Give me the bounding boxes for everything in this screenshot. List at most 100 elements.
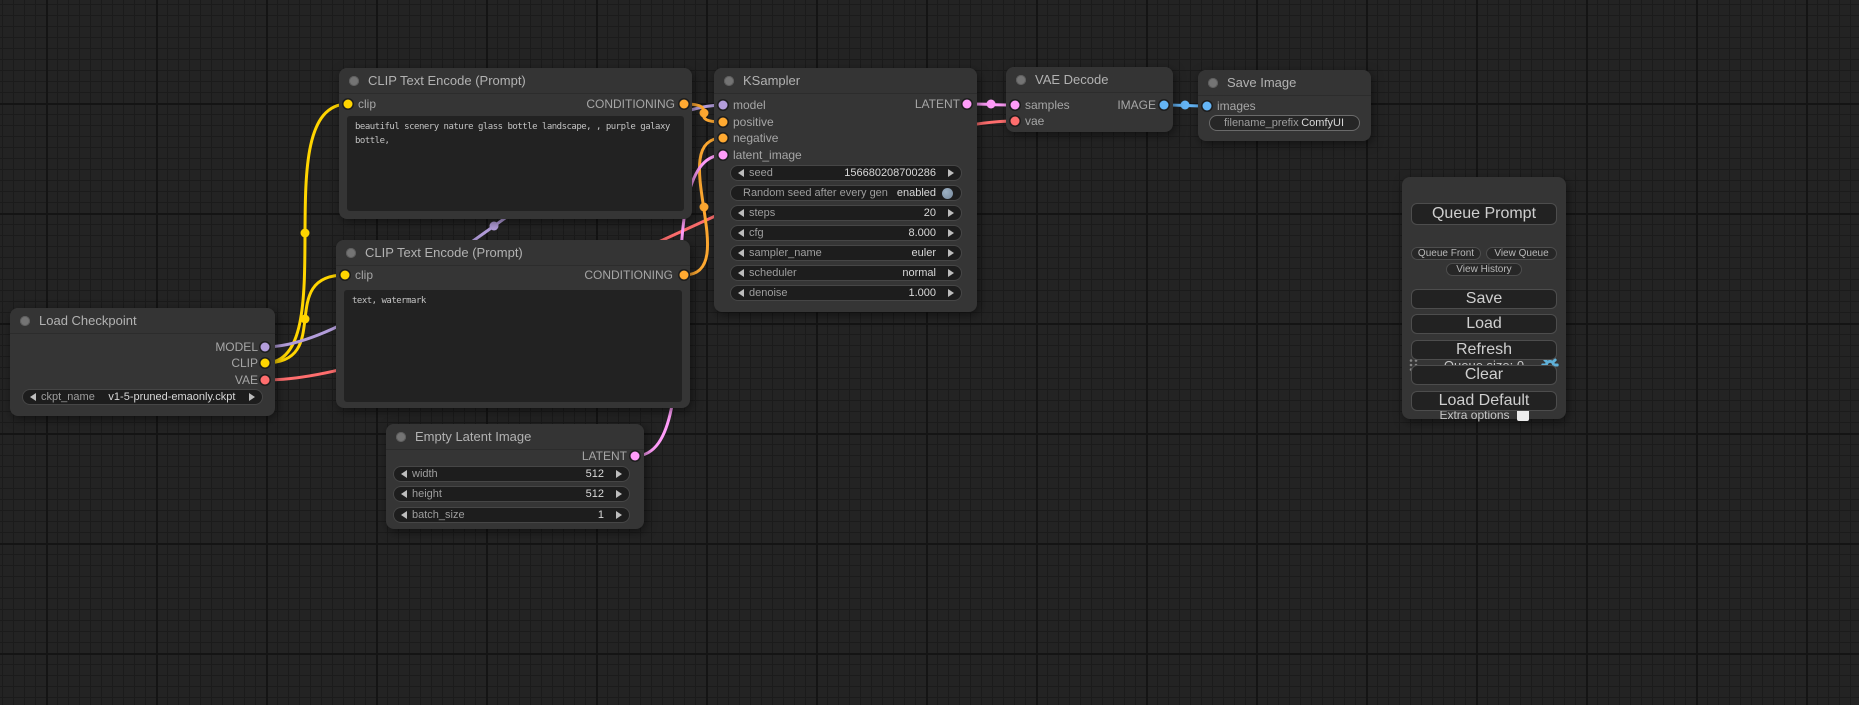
port-model-output[interactable] [261,343,270,352]
port-clip-input[interactable] [341,271,350,280]
height-widget[interactable]: height 512 [393,486,630,502]
port-conditioning-output[interactable] [680,100,689,109]
decrement-arrow-icon[interactable] [401,470,407,478]
increment-arrow-icon[interactable] [616,470,622,478]
seed-widget[interactable]: seed 156680208700286 [730,165,962,181]
width-widget[interactable]: width 512 [393,466,630,482]
port-vae-output[interactable] [261,376,270,385]
decrement-arrow-icon[interactable] [738,249,744,257]
increment-arrow-icon[interactable] [948,169,954,177]
node-title: CLIP Text Encode (Prompt) [368,73,526,88]
queue-prompt-button[interactable]: Queue Prompt [1411,203,1557,225]
port-latent-image-input[interactable] [719,151,728,160]
port-model-input[interactable] [719,101,728,110]
node-clip-text-encode-negative[interactable]: CLIP Text Encode (Prompt) clip CONDITION… [336,240,690,408]
node-title: Empty Latent Image [415,429,531,444]
collapse-dot-icon[interactable] [1208,78,1218,88]
widget-value: 1 [598,509,604,521]
widget-label: seed [749,167,773,179]
node-title-bar[interactable]: Save Image [1198,70,1371,96]
collapse-dot-icon[interactable] [396,432,406,442]
decrement-arrow-icon[interactable] [738,269,744,277]
collapse-dot-icon[interactable] [20,316,30,326]
queue-front-button[interactable]: Queue Front [1411,247,1481,260]
decrement-arrow-icon[interactable] [738,169,744,177]
refresh-button[interactable]: Refresh [1411,340,1557,360]
view-history-button[interactable]: View History [1446,263,1522,276]
increment-arrow-icon[interactable] [948,229,954,237]
view-queue-button[interactable]: View Queue [1486,247,1557,260]
batch-size-widget[interactable]: batch_size 1 [393,507,630,523]
port-image-output[interactable] [1160,101,1169,110]
collapse-dot-icon[interactable] [724,76,734,86]
queue-menu-panel[interactable]: Queue size: 0 Queue Prompt Extra [1402,177,1566,419]
port-latent-output[interactable] [963,100,972,109]
widget-value: 156680208700286 [844,167,936,179]
widget-value: 20 [924,207,936,219]
port-images-input[interactable] [1203,102,1212,111]
widget-label: height [412,488,442,500]
output-label-conditioning: CONDITIONING [586,95,692,113]
port-positive-input[interactable] [719,118,728,127]
decrement-arrow-icon[interactable] [738,229,744,237]
load-default-button[interactable]: Load Default [1411,391,1557,411]
node-title: KSampler [743,73,800,88]
increment-arrow-icon[interactable] [948,269,954,277]
save-button[interactable]: Save [1411,289,1557,309]
widget-value: 1.000 [908,287,936,299]
collapse-dot-icon[interactable] [349,76,359,86]
ckpt-name-widget[interactable]: ckpt_name v1-5-pruned-emaonly.ckpt [22,389,263,405]
decrement-arrow-icon[interactable] [738,209,744,217]
widget-label: steps [749,207,775,219]
scheduler-widget[interactable]: scheduler normal [730,265,962,281]
widget-label: filename_prefix [1224,117,1299,129]
cfg-widget[interactable]: cfg 8.000 [730,225,962,241]
node-title-bar[interactable]: Load Checkpoint [10,308,275,334]
decrement-arrow-icon[interactable] [401,511,407,519]
increment-arrow-icon[interactable] [948,249,954,257]
node-save-image[interactable]: Save Image images filename_prefix ComfyU… [1198,70,1371,141]
port-conditioning-output[interactable] [680,271,689,280]
load-button[interactable]: Load [1411,314,1557,334]
node-title-bar[interactable]: CLIP Text Encode (Prompt) [336,240,690,266]
port-clip-input[interactable] [344,100,353,109]
widget-value: 512 [586,468,604,480]
node-title-bar[interactable]: KSampler [714,68,977,94]
node-vae-decode[interactable]: VAE Decode samples vae IMAGE [1006,67,1173,132]
next-value-arrow-icon[interactable] [249,393,255,401]
decrement-arrow-icon[interactable] [401,490,407,498]
port-samples-input[interactable] [1011,101,1020,110]
widget-label: Random seed after every gen [743,187,888,199]
sampler-name-widget[interactable]: sampler_name euler [730,245,962,261]
random-seed-widget[interactable]: Random seed after every gen enabled [730,185,962,201]
increment-arrow-icon[interactable] [948,289,954,297]
denoise-widget[interactable]: denoise 1.000 [730,285,962,301]
port-negative-input[interactable] [719,134,728,143]
prompt-text-field[interactable]: text, watermark [344,290,682,402]
decrement-arrow-icon[interactable] [738,289,744,297]
increment-arrow-icon[interactable] [616,490,622,498]
node-clip-text-encode-positive[interactable]: CLIP Text Encode (Prompt) clip CONDITION… [339,68,692,219]
prompt-text-field[interactable]: beautiful scenery nature glass bottle la… [347,116,684,211]
collapse-dot-icon[interactable] [346,248,356,258]
widget-label: sampler_name [749,247,822,259]
clear-button[interactable]: Clear [1411,365,1557,385]
increment-arrow-icon[interactable] [948,209,954,217]
prev-value-arrow-icon[interactable] [30,393,36,401]
port-latent-output[interactable] [631,452,640,461]
steps-widget[interactable]: steps 20 [730,205,962,221]
port-clip-output[interactable] [261,359,270,368]
widget-value: 8.000 [908,227,936,239]
node-empty-latent-image[interactable]: Empty Latent Image LATENT width 512 heig… [386,424,644,529]
node-ksampler[interactable]: KSampler model positive negative latent_… [714,68,977,312]
increment-arrow-icon[interactable] [616,511,622,519]
filename-prefix-widget[interactable]: filename_prefix ComfyUI [1209,115,1360,131]
collapse-dot-icon[interactable] [1016,75,1026,85]
port-vae-input[interactable] [1011,117,1020,126]
widget-label: denoise [749,287,788,299]
node-title-bar[interactable]: CLIP Text Encode (Prompt) [339,68,692,94]
node-graph-canvas[interactable]: Load Checkpoint MODEL CLIP VAE ckpt_name… [0,0,1859,705]
toggle-knob-icon[interactable] [942,188,953,199]
node-title-bar[interactable]: VAE Decode [1006,67,1173,93]
node-load-checkpoint[interactable]: Load Checkpoint MODEL CLIP VAE ckpt_name… [10,308,275,416]
